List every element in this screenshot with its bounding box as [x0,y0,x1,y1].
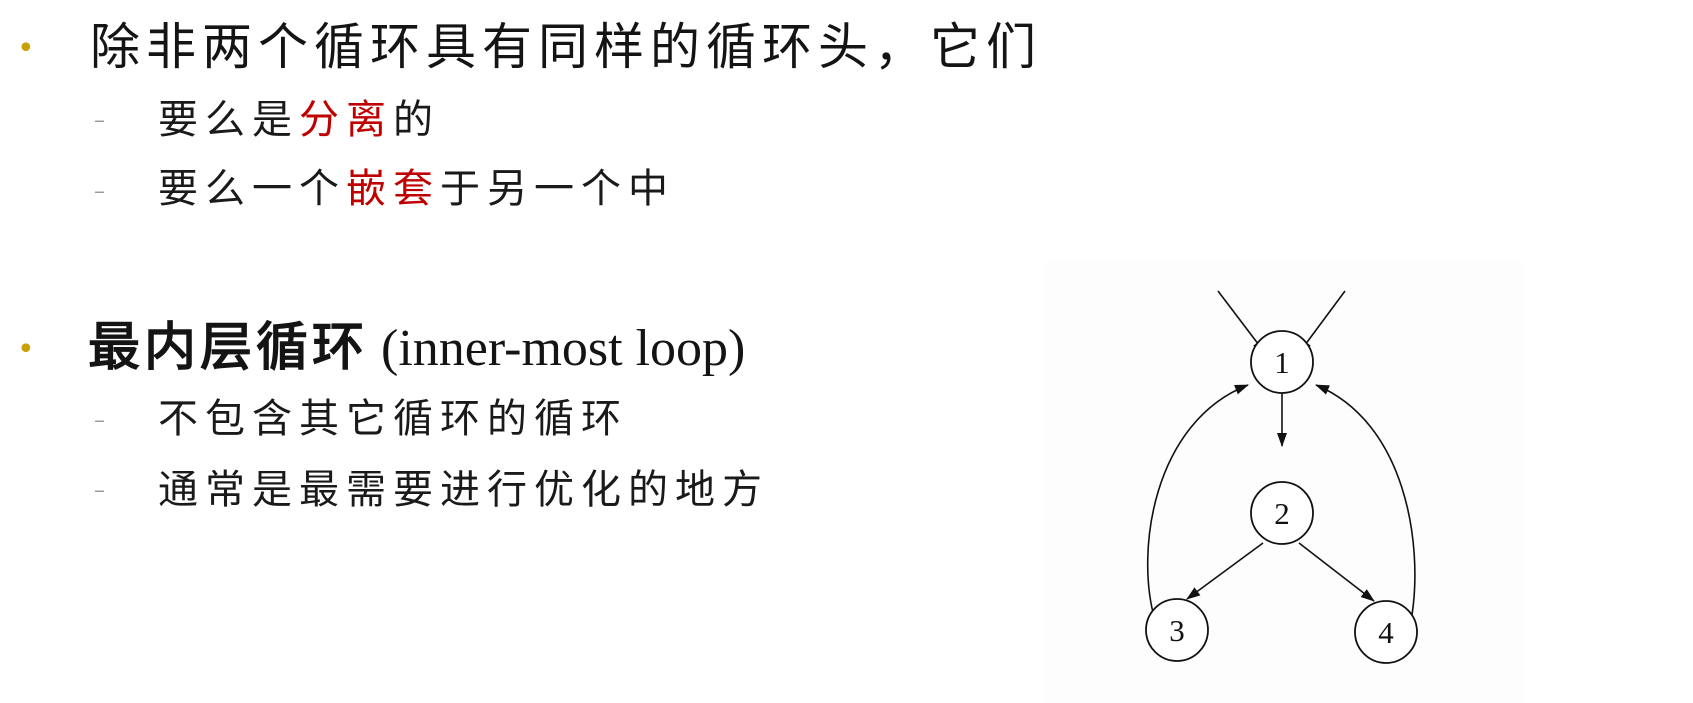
node-label: 3 [1169,613,1185,648]
loop-flow-graph: 1 2 3 4 [1145,290,1418,664]
node-3: 3 [1145,598,1209,662]
dash-marker: – [94,478,105,503]
dash-marker: – [94,108,105,133]
item-text: 要么是 [158,97,299,143]
dash-marker: – [94,408,105,433]
heading-latin: (inner-most loop) [368,320,746,377]
highlight-text: 分离 [299,97,393,143]
dash-marker: – [94,179,105,204]
node-2: 2 [1250,481,1314,545]
node-label: 1 [1274,345,1290,380]
item-text: 要么一个 [158,166,346,212]
section1-heading: 除非两个循环具有同样的循环头，它们 [90,18,1042,76]
bullet-marker: • [17,332,35,367]
item-text: 的 [393,97,440,143]
list-item: 通常是最需要进行优化的地方 [158,467,769,513]
edge-2-to-3 [1186,542,1264,600]
node-4: 4 [1354,600,1418,664]
node-1: 1 [1250,330,1314,394]
list-item: 要么是分离的 [158,100,440,140]
list-item: 不包含其它循环的循环 [158,396,628,442]
heading-cjk: 最内层循环 [88,317,369,378]
bullet-marker: • [17,31,35,66]
node-label: 4 [1378,615,1394,650]
edge-3-to-1 [1146,384,1249,621]
list-item: 要么一个嵌套于另一个中 [158,169,675,209]
section2-heading: 最内层循环 (inner-most loop) [88,322,745,375]
node-label: 2 [1274,496,1290,531]
item-text: 于另一个中 [440,166,675,212]
edge-4-to-1 [1315,384,1416,616]
edge-2-to-4 [1298,542,1375,602]
highlight-text: 嵌套 [346,166,440,212]
slide: • 除非两个循环具有同样的循环头，它们 – 要么是分离的 – 要么一个嵌套于另一… [0,0,1693,703]
